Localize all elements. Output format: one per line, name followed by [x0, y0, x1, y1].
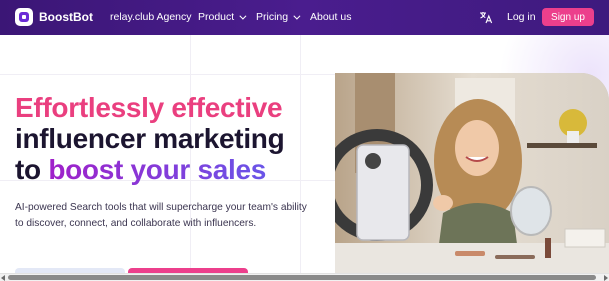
nav-product-menu[interactable]: Product [198, 11, 247, 23]
nav-pricing-label: Pricing [256, 11, 289, 23]
brand-name: BoostBot [39, 10, 93, 24]
nav-about-link[interactable]: About us [310, 11, 351, 23]
signup-button[interactable]: Sign up [542, 8, 594, 26]
nav-agency-link[interactable]: relay.club Agency [110, 11, 192, 23]
hero-description: AI-powered Search tools that will superc… [15, 202, 307, 229]
chevron-down-icon [293, 12, 301, 20]
nav-product-label: Product [198, 11, 235, 23]
boostbot-logo-icon [15, 8, 33, 26]
scrollbar-thumb[interactable] [8, 275, 596, 280]
horizontal-scrollbar[interactable] [0, 273, 609, 281]
hero-headline-line-1: Effortlessly effective [15, 92, 283, 123]
chevron-down-icon [239, 12, 247, 20]
grid-divider [0, 74, 340, 75]
hero-headline-line-3: to boost your sales [15, 154, 266, 185]
top-navbar: BoostBot relay.club Agency Product Prici… [0, 0, 609, 35]
scroll-left-icon[interactable] [1, 275, 5, 281]
hero-photo [335, 73, 609, 275]
scroll-right-icon[interactable] [604, 275, 608, 281]
grid-divider [300, 35, 301, 275]
translate-icon[interactable] [479, 10, 493, 24]
brand-logo-link[interactable]: BoostBot [15, 8, 93, 26]
login-link[interactable]: Log in [507, 11, 536, 23]
nav-pricing-menu[interactable]: Pricing [256, 11, 301, 23]
hero-headline-highlight: boost your sales [48, 154, 267, 185]
hero-headline-line-2: influencer marketing [15, 123, 285, 154]
hero-headline-prefix: to [15, 154, 49, 185]
influencer-photo-illustration [335, 73, 609, 275]
